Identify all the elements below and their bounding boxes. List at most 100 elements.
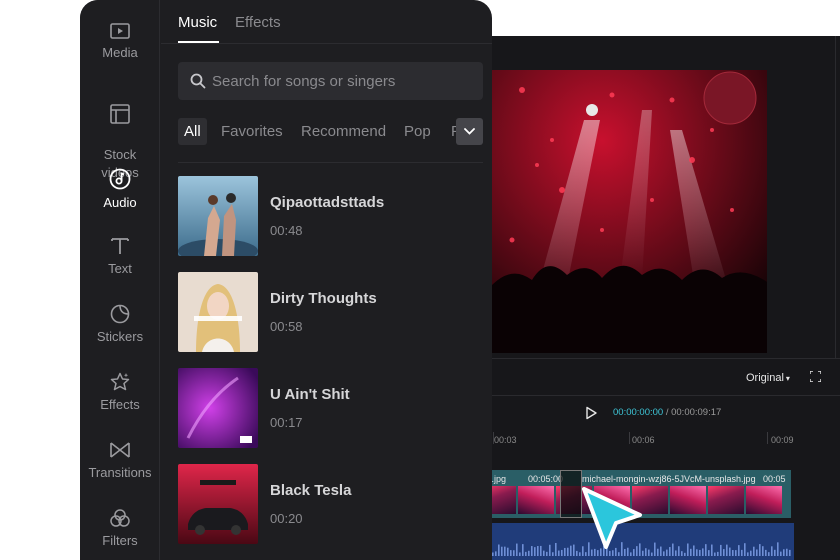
waveform-bar bbox=[699, 549, 701, 556]
waveform-bar bbox=[765, 549, 767, 556]
cursor-pointer-icon bbox=[582, 487, 642, 549]
waveform-bar bbox=[537, 546, 539, 556]
chevron-down-icon: ▾ bbox=[785, 374, 790, 383]
video-frame bbox=[670, 486, 706, 514]
waveform-bar bbox=[714, 552, 716, 556]
song-duration: 00:20 bbox=[270, 511, 303, 526]
waveform-bar bbox=[654, 542, 656, 556]
active-tab-indicator bbox=[178, 41, 219, 43]
time-separator: / bbox=[663, 407, 672, 418]
sidebar-item-media[interactable]: Media bbox=[80, 22, 160, 62]
waveform-bar bbox=[549, 544, 551, 556]
sidebar-item-label: Transitions bbox=[88, 465, 152, 480]
waveform-bar bbox=[579, 552, 581, 556]
waveform-bar bbox=[681, 551, 683, 556]
chevron-down-icon bbox=[464, 128, 475, 135]
sidebar-item-label: Stickers bbox=[96, 329, 144, 344]
clip-duration: 00:05 bbox=[763, 474, 786, 484]
stickers-icon bbox=[110, 304, 130, 324]
album-cover-image bbox=[178, 176, 258, 256]
waveform-bar bbox=[516, 543, 518, 556]
current-time: 00:00:00:00 bbox=[613, 407, 664, 418]
sidebar-item-effects[interactable]: Effects bbox=[80, 372, 160, 414]
waveform-bar bbox=[675, 550, 677, 556]
sidebar-item-text[interactable]: Text bbox=[80, 236, 160, 278]
ruler-tick: 00:03 bbox=[494, 435, 517, 445]
search-icon bbox=[190, 73, 206, 89]
song-item[interactable]: U Ain't Shit 00:17 bbox=[178, 368, 483, 448]
sidebar-item-stickers[interactable]: Stickers bbox=[80, 304, 160, 346]
fullscreen-icon[interactable] bbox=[810, 371, 821, 382]
aspect-ratio-select[interactable]: Original ▾ bbox=[746, 372, 790, 384]
waveform-bar bbox=[702, 548, 704, 556]
waveform-bar bbox=[561, 549, 563, 556]
song-title: Dirty Thoughts bbox=[270, 290, 377, 307]
waveform-bar bbox=[732, 550, 734, 556]
waveform-bar bbox=[567, 547, 569, 556]
sidebar-item-filters[interactable]: Filters bbox=[80, 508, 160, 550]
video-preview[interactable] bbox=[492, 70, 767, 353]
transport-bar: 00:00:00:00 / 00:00:09:17 bbox=[480, 396, 840, 432]
waveform-bar bbox=[726, 544, 728, 556]
filter-pop[interactable]: Pop bbox=[404, 118, 431, 145]
assets-panel: Media Stock videos Audio Text Stickers E… bbox=[80, 0, 492, 560]
song-title: Qipaottadsttads bbox=[270, 194, 385, 211]
waveform-bar bbox=[690, 548, 692, 556]
waveform-bar bbox=[705, 544, 707, 556]
waveform-bar bbox=[684, 552, 686, 556]
waveform-bar bbox=[687, 543, 689, 556]
waveform-bar bbox=[774, 549, 776, 556]
filter-favorites[interactable]: Favorites bbox=[221, 118, 283, 145]
more-filters-button[interactable] bbox=[456, 118, 483, 145]
clip-duration: 00:05:00 bbox=[528, 474, 564, 484]
waveform-bar bbox=[678, 546, 680, 556]
play-icon[interactable] bbox=[584, 406, 598, 420]
sidebar-item-label: Media bbox=[102, 45, 138, 60]
waveform-bar bbox=[669, 547, 671, 556]
aspect-ratio-label: Original bbox=[746, 372, 784, 384]
ruler-tickline bbox=[767, 432, 768, 444]
waveform-bar bbox=[543, 550, 545, 556]
sidebar-item-transitions[interactable]: Transitions bbox=[80, 440, 160, 482]
total-time: 00:00:09:17 bbox=[671, 407, 722, 418]
ruler-tick: 00:06 bbox=[632, 435, 655, 445]
filter-recommend[interactable]: Recommend bbox=[301, 118, 386, 145]
waveform-bar bbox=[651, 552, 653, 556]
album-cover bbox=[178, 368, 258, 448]
timecode: 00:00:00:00 / 00:00:09:17 bbox=[613, 407, 721, 418]
clip-transition-handle[interactable] bbox=[560, 470, 582, 518]
waveform-bar bbox=[759, 544, 761, 556]
waveform-bar bbox=[534, 547, 536, 556]
waveform-bar bbox=[729, 547, 731, 556]
waveform-bar bbox=[531, 546, 533, 556]
waveform-bar bbox=[747, 552, 749, 556]
waveform-bar bbox=[666, 549, 668, 556]
song-item[interactable]: Dirty Thoughts 00:58 bbox=[178, 272, 483, 352]
waveform-bar bbox=[750, 550, 752, 556]
waveform-bar bbox=[762, 546, 764, 556]
sidebar-item-audio[interactable]: Audio bbox=[80, 168, 160, 212]
waveform-bar bbox=[630, 552, 632, 556]
song-duration: 00:17 bbox=[270, 415, 303, 430]
waveform-bar bbox=[552, 552, 554, 556]
timeline-ruler[interactable]: 00:03 00:06 00:09 bbox=[480, 430, 840, 448]
waveform-bar bbox=[498, 544, 500, 556]
waveform-bar bbox=[540, 545, 542, 556]
song-item[interactable]: Black Tesla 00:20 bbox=[178, 464, 483, 544]
waveform-bar bbox=[771, 546, 773, 556]
waveform-bar bbox=[780, 551, 782, 556]
tab-music[interactable]: Music bbox=[178, 14, 217, 31]
song-item[interactable]: Qipaottadsttads 00:48 bbox=[178, 176, 483, 256]
waveform-bar bbox=[783, 549, 785, 556]
app-root: Original ▾ 00:00:00:00 / 00:00:09:17 00:0… bbox=[0, 0, 840, 560]
search-input[interactable] bbox=[212, 62, 472, 100]
video-frame bbox=[708, 486, 744, 514]
waveform-bar bbox=[618, 552, 620, 556]
song-title: Black Tesla bbox=[270, 482, 352, 499]
filter-all[interactable]: All bbox=[178, 118, 207, 145]
waveform-bar bbox=[492, 552, 494, 556]
tab-effects[interactable]: Effects bbox=[235, 14, 281, 31]
waveform-bar bbox=[519, 552, 521, 556]
transitions-icon bbox=[110, 442, 130, 458]
waveform-bar bbox=[522, 544, 524, 556]
